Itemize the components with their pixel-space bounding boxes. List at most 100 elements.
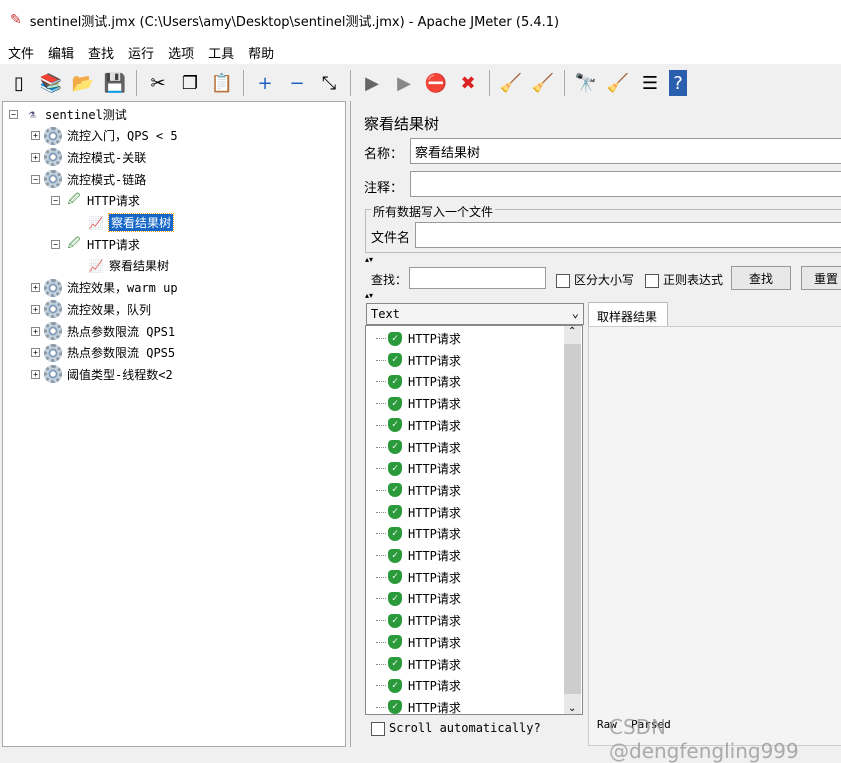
help-icon[interactable]: ? (669, 70, 687, 96)
collapse-icon[interactable]: − (284, 70, 310, 96)
function-helper-icon[interactable]: ☰ (637, 70, 663, 96)
result-label: HTTP请求 (408, 418, 461, 433)
filename-input[interactable] (415, 222, 841, 248)
menu-item[interactable]: 帮助 (248, 43, 274, 62)
result-item[interactable]: ✓ HTTP请求 (366, 371, 461, 392)
clear-icon[interactable]: 🧹 (498, 70, 524, 96)
thread-group-icon (44, 278, 62, 297)
scroll-automatically-checkbox[interactable]: Scroll automatically? (371, 721, 541, 736)
tree-connector (376, 598, 386, 600)
renderer-select[interactable]: Text ⌄ (366, 303, 584, 325)
result-item[interactable]: ✓ HTTP请求 (366, 610, 461, 631)
results-scrollbar[interactable]: ⌃ ⌄ (564, 326, 581, 714)
result-item[interactable]: ✓ HTTP请求 (366, 545, 461, 566)
menu-item[interactable]: 编辑 (48, 43, 74, 62)
success-shield-icon: ✓ (388, 461, 402, 476)
collapse-icon[interactable]: − (31, 174, 40, 184)
listener-icon: 📈 (88, 258, 104, 273)
scroll-up-icon[interactable]: ⌃ (568, 326, 576, 337)
tree-node[interactable]: + 流控模式-关联 (31, 147, 146, 167)
result-item[interactable]: ✓ HTTP请求 (366, 502, 461, 523)
search-icon[interactable]: 🔭 (573, 70, 599, 96)
tree-node[interactable]: 📈 察看结果树 (73, 256, 170, 276)
copy-icon[interactable]: ❐ (177, 70, 203, 96)
success-shield-icon: ✓ (388, 396, 402, 411)
result-item[interactable]: ✓ HTTP请求 (366, 654, 461, 675)
tree-connector (376, 685, 386, 687)
result-item[interactable]: ✓ HTTP请求 (366, 523, 461, 544)
open-icon[interactable]: 📂 (70, 70, 96, 96)
tab-sampler-result[interactable]: 取样器结果 (588, 302, 668, 326)
result-item[interactable]: ✓ HTTP请求 (366, 632, 461, 653)
tree-node[interactable]: 📈 察看结果树 (73, 213, 175, 233)
tree-root[interactable]: − ⚗ sentinel测试 (9, 104, 127, 124)
start-icon[interactable]: ▶ (359, 70, 385, 96)
tree-connector (376, 706, 386, 708)
new-icon[interactable]: ▯ (6, 70, 32, 96)
collapse-icon[interactable]: − (9, 109, 18, 119)
splitter-arrows-icon[interactable]: ▴▾ (365, 255, 373, 264)
collapse-icon[interactable]: − (51, 196, 60, 206)
results-list[interactable]: ⌃ ⌄ ✓ HTTP请求 ✓ HTTP请求 ✓ HTTP请求 ✓ HTTP请求 ✓ HTTP请求 ✓… (365, 325, 583, 715)
menu-item[interactable]: 查找 (88, 43, 114, 62)
shutdown-icon[interactable]: ✖ (455, 70, 481, 96)
scrollbar-thumb[interactable] (564, 344, 581, 694)
expand-icon[interactable]: + (31, 369, 40, 379)
scroll-down-icon[interactable]: ⌄ (568, 703, 576, 714)
tree-node[interactable]: + 阈值类型-线程数<2 (31, 364, 173, 384)
expand-icon[interactable]: + (31, 131, 40, 141)
tree-node[interactable]: + 热点参数限流 QPS5 (31, 343, 175, 363)
menu-item[interactable]: 运行 (128, 43, 154, 62)
paste-icon[interactable]: 📋 (209, 70, 235, 96)
reset-button[interactable]: 重置 (801, 266, 841, 290)
expand-icon[interactable]: + (252, 70, 278, 96)
save-icon[interactable]: 💾 (102, 70, 128, 96)
result-item[interactable]: ✓ HTTP请求 (366, 350, 461, 371)
regex-checkbox[interactable]: 正则表达式 (645, 271, 723, 288)
result-item[interactable]: ✓ HTTP请求 (366, 588, 461, 609)
tree-node-label: 流控入门，QPS < 5 (67, 129, 178, 144)
tree-node[interactable]: − 🖉 HTTP请求 (51, 191, 140, 211)
tree-node[interactable]: + 流控入门，QPS < 5 (31, 126, 178, 146)
result-item[interactable]: ✓ HTTP请求 (366, 328, 461, 349)
comment-input[interactable] (410, 171, 841, 197)
expand-icon[interactable]: + (31, 304, 40, 314)
name-input[interactable] (410, 138, 841, 164)
tree-node[interactable]: − 流控模式-链路 (31, 169, 146, 189)
result-item[interactable]: ✓ HTTP请求 (366, 480, 461, 501)
result-item[interactable]: ✓ HTTP请求 (366, 697, 461, 714)
tree-node[interactable]: − 🖉 HTTP请求 (51, 234, 140, 254)
result-item[interactable]: ✓ HTTP请求 (366, 458, 461, 479)
result-item[interactable]: ✓ HTTP请求 (366, 393, 461, 414)
toolbar-separator (243, 70, 244, 96)
splitter-arrows-icon[interactable]: ▴▾ (365, 291, 373, 300)
menu-item[interactable]: 文件 (8, 43, 34, 62)
stop-icon[interactable]: ⛔ (423, 70, 449, 96)
expand-icon[interactable]: + (31, 348, 40, 358)
reset-search-icon[interactable]: 🧹 (605, 70, 631, 96)
result-item[interactable]: ✓ HTTP请求 (366, 675, 461, 696)
expand-icon[interactable]: + (31, 326, 40, 336)
cut-icon[interactable]: ✂ (145, 70, 171, 96)
expand-icon[interactable]: + (31, 152, 40, 162)
tree-node[interactable]: + 热点参数限流 QPS1 (31, 321, 175, 341)
tree-node[interactable]: + 流控效果，warm up (31, 278, 178, 298)
expand-icon[interactable]: + (31, 283, 40, 293)
case-sensitive-label: 区分大小写 (574, 273, 635, 287)
collapse-icon[interactable]: − (51, 239, 60, 249)
case-sensitive-checkbox[interactable]: 区分大小写 (556, 271, 634, 288)
success-shield-icon: ✓ (388, 418, 402, 433)
result-item[interactable]: ✓ HTTP请求 (366, 415, 461, 436)
menu-item[interactable]: 选项 (168, 43, 194, 62)
templates-icon[interactable]: 📚 (38, 70, 64, 96)
start-no-pause-icon[interactable]: ▶ (391, 70, 417, 96)
success-shield-icon: ✓ (388, 635, 402, 650)
result-item[interactable]: ✓ HTTP请求 (366, 567, 461, 588)
tree-node[interactable]: + 流控效果，队列 (31, 299, 151, 319)
result-item[interactable]: ✓ HTTP请求 (366, 437, 461, 458)
search-input[interactable] (409, 267, 546, 289)
toggle-icon[interactable]: ⤡ (316, 70, 342, 96)
clear-all-icon[interactable]: 🧹 (530, 70, 556, 96)
find-button[interactable]: 查找 (731, 266, 791, 290)
menu-item[interactable]: 工具 (208, 43, 234, 62)
